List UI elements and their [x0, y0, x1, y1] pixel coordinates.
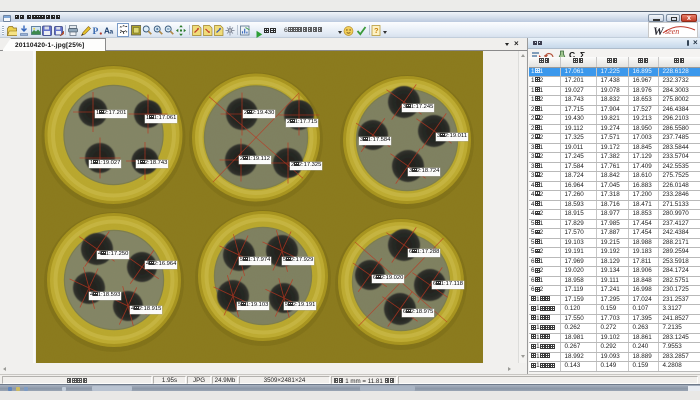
svg-text:P: P [93, 27, 99, 37]
svg-text:a: a [109, 29, 113, 36]
svg-text:?: ? [374, 26, 379, 35]
